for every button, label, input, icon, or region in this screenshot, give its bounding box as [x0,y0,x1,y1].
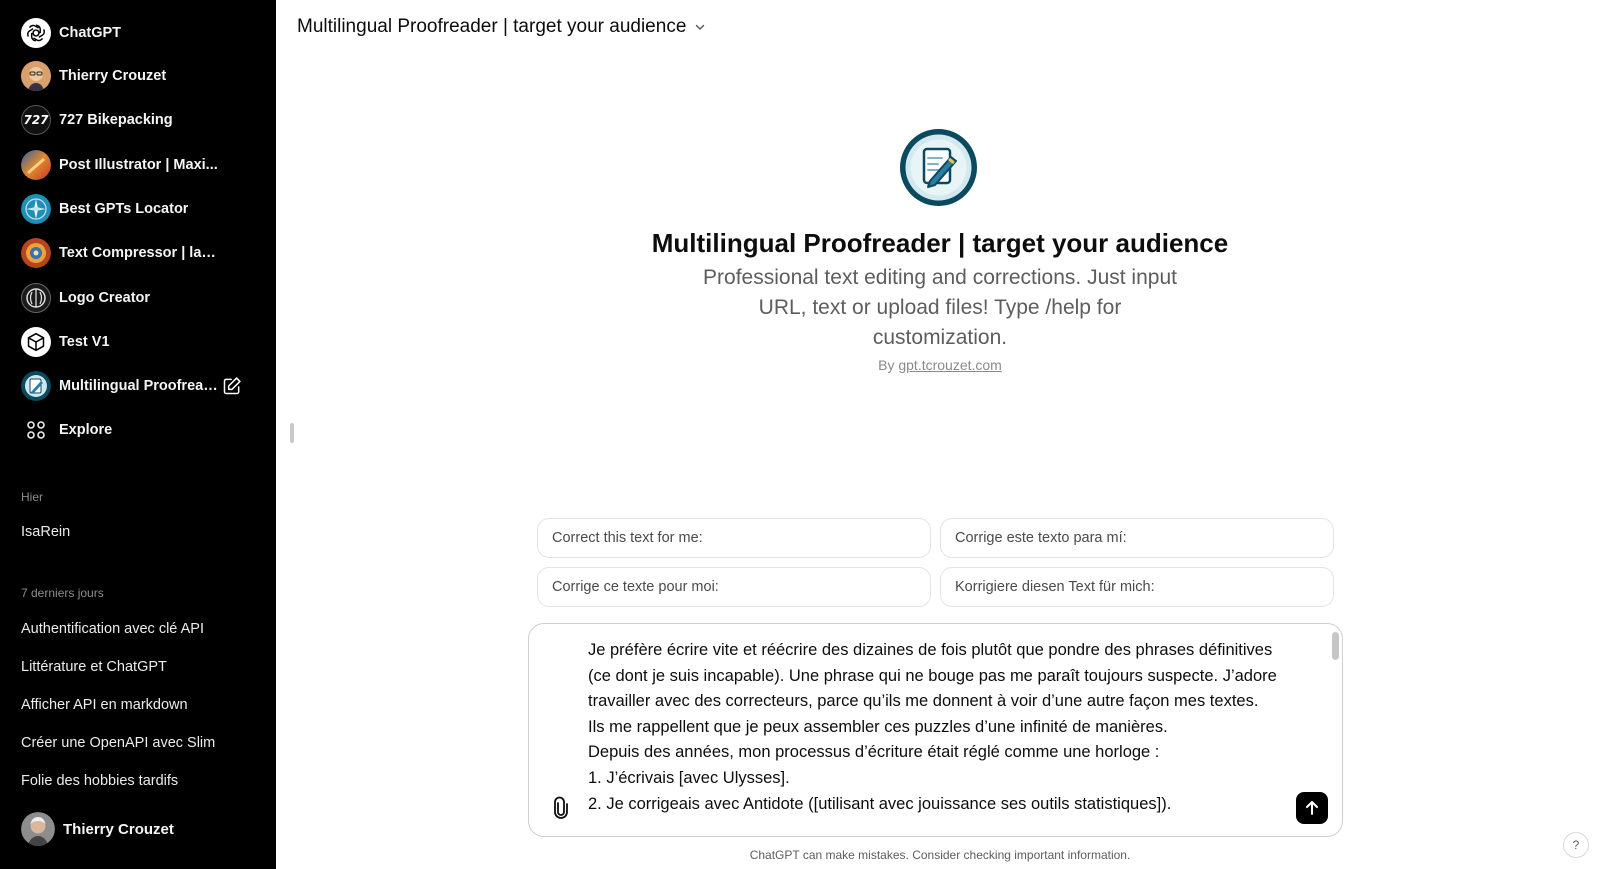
portrait-avatar-icon [21,61,51,91]
sidebar-item-label: 727 Bikepacking [59,112,173,128]
sidebar: ChatGPT Thierry Crouzet 727 727 Bikepack… [0,0,276,869]
author-link[interactable]: gpt.tcrouzet.com [898,357,1002,373]
sidebar-item-727-bikepacking[interactable]: 727 727 Bikepacking [12,100,264,140]
sidebar-item-best-gpts-locator[interactable]: Best GPTs Locator [12,189,264,229]
section-label-last-7-days: 7 derniers jours [21,586,104,600]
help-button[interactable]: ? [1563,832,1589,858]
proofreader-avatar-icon [21,371,51,401]
sidebar-item-text-compressor[interactable]: Text Compressor | lan... [12,233,264,273]
sidebar-item-label: Thierry Crouzet [59,68,167,84]
send-button[interactable] [1296,792,1328,824]
history-item[interactable]: Créer une OpenAPI avec Slim [21,735,215,751]
starter-prompt[interactable]: Correct this text for me: [537,518,931,558]
history-item[interactable]: Littérature et ChatGPT [21,659,167,675]
sidebar-resize-handle[interactable] [290,423,294,443]
starter-prompt[interactable]: Corrige ce texte pour moi: [537,567,931,607]
gpt-description: Professional text editing and correction… [703,266,1177,349]
sidebar-item-label: Post Illustrator | Maxi... [59,157,218,173]
user-name: Thierry Crouzet [63,820,174,838]
cube-icon [21,327,51,357]
logo-creator-avatar-icon [21,283,51,313]
compass-avatar-icon [21,194,51,224]
sidebar-item-label: Explore [59,422,113,438]
gpt-name: Multilingual Proofreader | target your a… [651,228,1229,258]
sidebar-item-post-illustrator[interactable]: Post Illustrator | Maxi... [12,145,264,185]
sidebar-item-test-v1[interactable]: Test V1 [12,322,264,362]
section-label-yesterday: Hier [21,490,44,504]
sidebar-item-label: ChatGPT [59,25,122,41]
composer-line: 2. Je corrigeais avec Antidote ([utilisa… [588,794,1172,813]
sidebar-item-label: Text Compressor | lan... [59,245,219,261]
openai-logo-icon [21,18,51,48]
sidebar-item-explore[interactable]: Explore [12,410,264,450]
author-prefix: By [878,357,895,373]
chevron-down-icon [696,24,705,31]
message-input[interactable]: Je préfère écrire vite et réécrire des d… [588,638,1278,834]
gpt-author: By gpt.tcrouzet.com [760,357,1120,373]
history-item[interactable]: IsaRein [21,524,70,540]
arrow-up-icon [1306,801,1318,815]
illustration-avatar-icon [21,150,51,180]
grid-icon [21,415,51,445]
history-item[interactable]: Authentification avec clé API [21,621,204,637]
composer-scrollbar[interactable] [1332,632,1339,660]
user-avatar [21,812,55,846]
history-item[interactable]: Folie des hobbies tardifs [21,773,178,789]
starter-prompt[interactable]: Korrigiere diesen Text für mich: [940,567,1334,607]
gpt-title-dropdown[interactable]: Multilingual Proofreader | target your a… [297,16,706,38]
message-composer[interactable]: Je préfère écrire vite et réécrire des d… [528,623,1343,837]
history-item[interactable]: Afficher API en markdown [21,697,188,713]
sidebar-item-multilingual-proofreader[interactable]: Multilingual Proofread... [12,366,264,406]
sidebar-item-label: Multilingual Proofread... [59,378,219,394]
sidebar-item-logo-creator[interactable]: Logo Creator [12,278,264,318]
sidebar-item-label: Test V1 [59,334,110,350]
composer-line: 1. J’écrivais [avec Ulysses]. [588,768,790,787]
edit-gpt-icon[interactable] [222,376,242,396]
sidebar-item-thierry-crouzet[interactable]: Thierry Crouzet [12,56,264,96]
727-logo-icon: 727 [21,105,51,135]
gpt-logo [900,129,977,206]
disclaimer: ChatGPT can make mistakes. Consider chec… [749,848,1131,862]
paperclip-icon[interactable] [549,796,573,820]
compressor-avatar-icon [21,238,51,268]
user-menu-button[interactable]: Thierry Crouzet [21,812,174,846]
sidebar-item-chatgpt[interactable]: ChatGPT [12,13,264,53]
page-title: Multilingual Proofreader | target your a… [297,16,687,37]
composer-line: Je préfère écrire vite et réécrire des d… [588,641,1277,736]
starter-prompt[interactable]: Corrige este texto para mí: [940,518,1334,558]
sidebar-item-label: Best GPTs Locator [59,201,189,217]
sidebar-item-label: Logo Creator [59,290,151,306]
composer-line: Depuis des années, mon processus d’écrit… [588,743,1160,762]
